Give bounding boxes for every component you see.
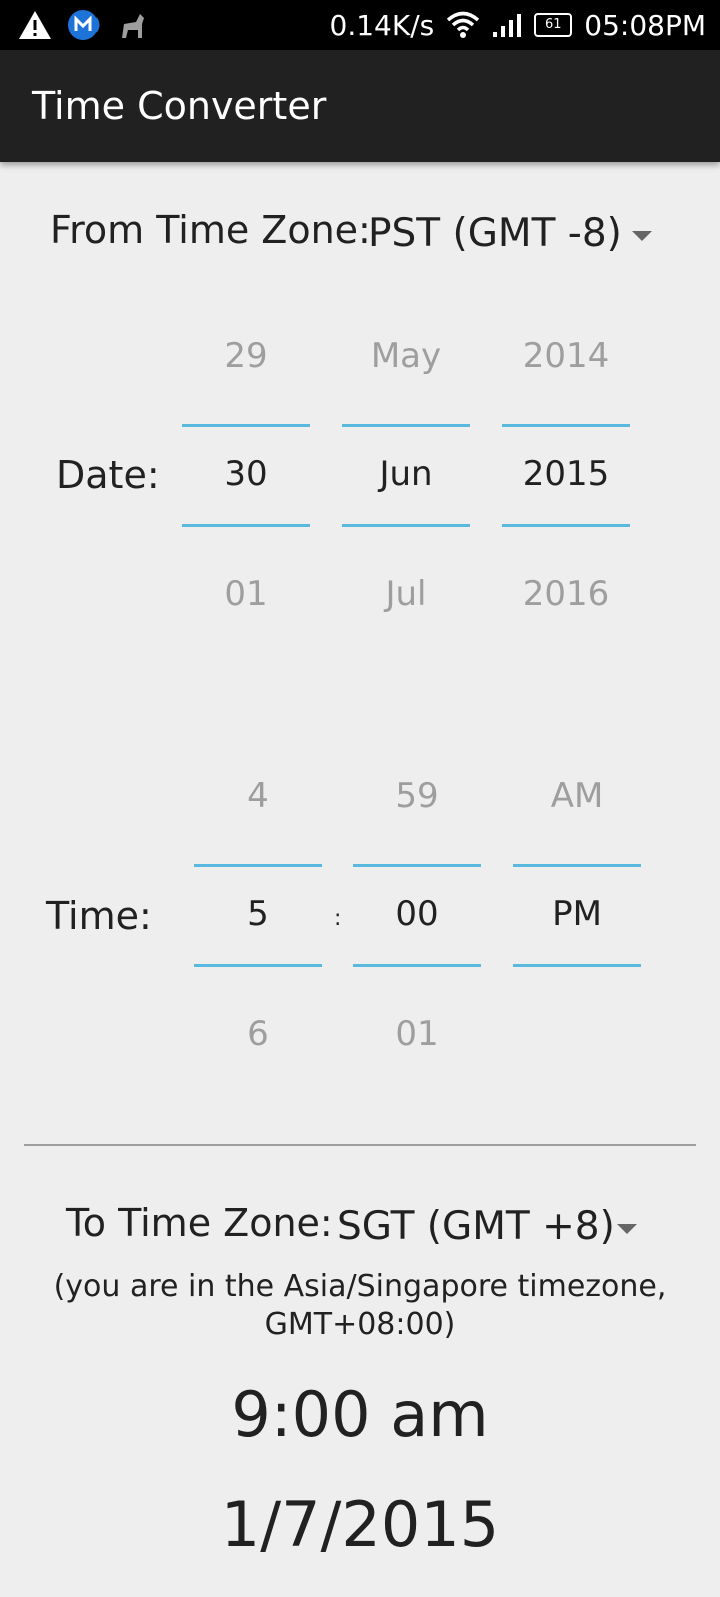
result-date: 1/7/2015 [220,1488,500,1561]
time-label: Time: [46,894,152,938]
day-picker[interactable]: 29 30 01 [182,330,310,620]
hour-prev[interactable]: 4 [194,776,322,816]
time-separator: : [334,906,342,931]
date-label: Date: [56,453,160,497]
picker-divider [194,964,322,967]
network-speed: 0.14K/s [329,8,435,42]
picker-divider [182,524,310,527]
picker-divider [182,424,310,427]
battery-icon: 61 [534,13,573,37]
app-bar: Time Converter [0,50,720,162]
malwarebytes-icon [68,10,100,40]
month-prev[interactable]: May [342,336,470,376]
year-current[interactable]: 2015 [502,454,630,494]
minute-next[interactable]: 01 [353,1014,481,1054]
year-prev[interactable]: 2014 [502,336,630,376]
picker-divider [513,964,641,967]
to-zone-value: SGT (GMT +8) [337,1204,615,1249]
picker-divider [342,424,470,427]
hour-next[interactable]: 6 [194,1014,322,1054]
to-zone-label: To Time Zone: [66,1201,333,1245]
minute-current[interactable]: 00 [353,894,481,934]
dropdown-arrow-icon [616,1223,637,1234]
day-current[interactable]: 30 [182,454,310,494]
ampm-picker[interactable]: AM PM [513,770,641,1060]
hour-picker[interactable]: 4 5 6 [194,770,322,1060]
year-picker[interactable]: 2014 2015 2016 [502,330,630,620]
status-clock: 05:08PM [584,8,706,42]
month-next[interactable]: Jul [342,574,470,614]
section-divider [24,1144,696,1146]
result-time: 9:00 am [231,1378,489,1451]
minute-prev[interactable]: 59 [353,776,481,816]
timezone-note-line2: GMT+08:00) [264,1307,456,1342]
from-zone-spinner[interactable]: PST (GMT -8) [368,211,652,256]
month-current[interactable]: Jun [342,454,470,494]
from-zone-label: From Time Zone: [50,208,371,252]
picker-divider [353,864,481,867]
status-bar: 0.14K/s 61 05:08PM [0,0,720,50]
ampm-current[interactable]: PM [513,894,641,934]
to-zone-spinner[interactable]: SGT (GMT +8) [337,1204,637,1249]
signal-icon [493,14,522,37]
from-zone-value: PST (GMT -8) [368,211,622,256]
ampm-prev[interactable]: AM [513,776,641,816]
app-title: Time Converter [32,84,327,128]
hour-current[interactable]: 5 [194,894,322,934]
picker-divider [194,864,322,867]
day-prev[interactable]: 29 [182,336,310,376]
minute-picker[interactable]: 59 00 01 [353,770,481,1060]
timezone-note-line1: (you are in the Asia/Singapore timezone, [53,1269,667,1304]
warning-icon [19,11,51,39]
day-next[interactable]: 01 [182,574,310,614]
picker-divider [502,524,630,527]
notification-icons [18,8,148,42]
picker-divider [342,524,470,527]
year-next[interactable]: 2016 [502,574,630,614]
picker-divider [502,424,630,427]
cat-icon [122,14,144,38]
month-picker[interactable]: May Jun Jul [342,330,470,620]
system-indicators: 0.14K/s 61 05:08PM [330,0,706,50]
picker-divider [353,964,481,967]
wifi-icon [447,11,480,38]
picker-divider [513,864,641,867]
dropdown-arrow-icon [631,230,652,241]
